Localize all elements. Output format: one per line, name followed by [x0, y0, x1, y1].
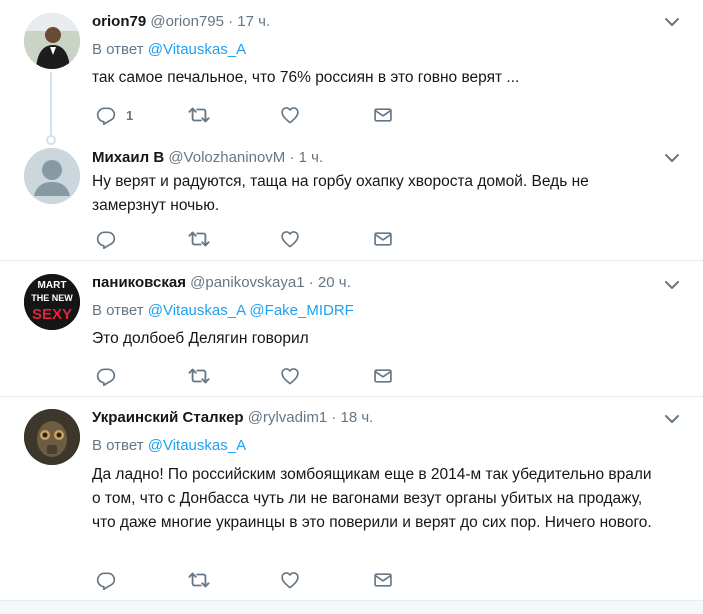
reply-icon: [96, 229, 116, 249]
envelope-icon: [373, 105, 393, 125]
dm-button[interactable]: [373, 228, 393, 250]
reply-prefix: В ответ: [92, 41, 144, 58]
heart-icon: [280, 105, 300, 125]
avatar[interactable]: MART THE NEW SEXY: [24, 274, 80, 330]
avatar-image: [24, 13, 80, 69]
retweet-icon: [188, 104, 210, 126]
dm-button[interactable]: [373, 104, 393, 126]
like-button[interactable]: [280, 569, 300, 591]
retweet-icon: [188, 569, 210, 591]
heart-icon: [280, 366, 300, 386]
avatar-image: MART THE NEW SEXY: [24, 274, 80, 330]
chevron-down-icon[interactable]: [665, 17, 679, 27]
mention-link[interactable]: @Vitauskas_A: [148, 41, 246, 58]
envelope-icon: [373, 570, 393, 590]
retweet-icon: [188, 365, 210, 387]
tweet-header: Украинский Сталкер @rylvadim1 · 18 ч.: [92, 408, 373, 428]
tweet-actions: [92, 365, 422, 387]
dm-button[interactable]: [373, 569, 393, 591]
mention-link[interactable]: @Vitauskas_A: [148, 437, 246, 454]
envelope-icon: [373, 366, 393, 386]
tweet-text: Ну верят и радуются, таща на горбу охапк…: [92, 173, 589, 214]
reply-button[interactable]: [96, 228, 116, 250]
chevron-down-icon[interactable]: [665, 280, 679, 290]
dm-button[interactable]: [373, 365, 393, 387]
tweet-text: так самое печальное, что 76% россиян в э…: [92, 69, 520, 86]
chevron-down-icon[interactable]: [665, 153, 679, 163]
avatar[interactable]: [24, 409, 80, 465]
display-name[interactable]: orion79: [92, 13, 146, 30]
tweet-header: паниковская @panikovskaya1 · 20 ч.: [92, 273, 351, 293]
envelope-icon: [373, 229, 393, 249]
handle[interactable]: @rylvadim1: [248, 409, 327, 426]
timeline-footer: [0, 600, 703, 614]
handle[interactable]: @panikovskaya1: [190, 274, 304, 291]
like-button[interactable]: [280, 365, 300, 387]
avatar-text: MART: [38, 280, 67, 291]
avatar-image: [24, 409, 80, 465]
retweet-icon: [188, 228, 210, 250]
avatar-text: SEXY: [32, 306, 72, 323]
tweet-text: Это долбоеб Делягин говорил: [92, 330, 309, 347]
timestamp[interactable]: · 20 ч.: [309, 274, 351, 291]
like-button[interactable]: [280, 104, 300, 126]
reply-context: В ответ @Vitauskas_A: [92, 436, 246, 456]
timestamp[interactable]: · 18 ч.: [331, 409, 373, 426]
reply-button[interactable]: 1: [96, 104, 133, 126]
reply-icon: [96, 366, 116, 386]
chevron-down-icon[interactable]: [665, 414, 679, 424]
retweet-button[interactable]: [188, 569, 210, 591]
tweet[interactable]: MART THE NEW SEXY паниковская @panikovsk…: [0, 261, 703, 396]
thread-line: [50, 72, 52, 138]
mention-link[interactable]: @Vitauskas_A @Fake_MIDRF: [148, 302, 354, 319]
reply-icon: [96, 570, 116, 590]
display-name[interactable]: Михаил В: [92, 149, 164, 166]
reply-prefix: В ответ: [92, 302, 144, 319]
heart-icon: [280, 229, 300, 249]
tweet[interactable]: Михаил В @VolozhaninovM · 1 ч. Ну верят …: [0, 140, 703, 260]
tweet-actions: [92, 228, 422, 250]
tweet-actions: [92, 569, 422, 591]
retweet-button[interactable]: [188, 228, 210, 250]
reply-context: В ответ @Vitauskas_A @Fake_MIDRF: [92, 301, 354, 321]
tweet-actions: 1: [92, 104, 422, 126]
avatar-text: THE NEW: [31, 293, 73, 303]
reply-prefix: В ответ: [92, 437, 144, 454]
reply-button[interactable]: [96, 365, 116, 387]
avatar[interactable]: [24, 148, 80, 204]
heart-icon: [280, 570, 300, 590]
tweet[interactable]: Украинский Сталкер @rylvadim1 · 18 ч. В …: [0, 397, 703, 600]
retweet-button[interactable]: [188, 104, 210, 126]
display-name[interactable]: паниковская: [92, 274, 186, 291]
timestamp[interactable]: · 17 ч.: [228, 13, 270, 30]
reply-icon: [96, 105, 116, 125]
tweet-text: Да ладно! По российским зомбоящикам еще …: [92, 466, 652, 531]
reply-count: 1: [126, 107, 134, 123]
reply-button[interactable]: [96, 569, 116, 591]
handle[interactable]: @VolozhaninovM: [168, 149, 285, 166]
retweet-button[interactable]: [188, 365, 210, 387]
default-avatar-icon: [24, 148, 80, 204]
timestamp[interactable]: · 1 ч.: [289, 149, 323, 166]
display-name[interactable]: Украинский Сталкер: [92, 409, 244, 426]
tweet-header: orion79 @orion795 · 17 ч.: [92, 12, 270, 32]
like-button[interactable]: [280, 228, 300, 250]
tweet[interactable]: orion79 @orion795 · 17 ч. В ответ @Vitau…: [0, 0, 703, 140]
avatar[interactable]: [24, 13, 80, 69]
handle[interactable]: @orion795: [150, 13, 224, 30]
tweet-header: Михаил В @VolozhaninovM · 1 ч.: [92, 148, 323, 168]
reply-context: В ответ @Vitauskas_A: [92, 40, 246, 60]
